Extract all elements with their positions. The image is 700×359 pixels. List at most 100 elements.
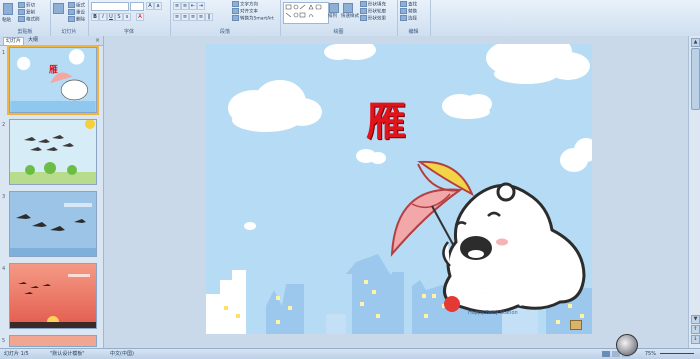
quick-styles-label: 快速样式 xyxy=(341,14,359,19)
group-drawing: 排列 快速样式 形状填充 形状轮廓 形状效果 绘图 xyxy=(280,0,398,36)
select-icon xyxy=(400,15,407,21)
slide-number: 4 xyxy=(2,266,6,272)
new-slide-button[interactable] xyxy=(53,3,65,14)
slide-editing-area: 雁 快乐宝贝站 Happy Baby Station xyxy=(104,36,688,348)
slide-thumb-2-image xyxy=(10,120,96,184)
font-name-select[interactable] xyxy=(91,2,129,11)
arrange-label: 排列 xyxy=(328,14,337,19)
smartart-button[interactable]: 转换为SmartArt xyxy=(232,15,274,23)
slide-thumb-4-image xyxy=(10,264,96,328)
shapes-gallery-icon xyxy=(285,4,322,18)
scroll-thumb[interactable] xyxy=(691,48,700,110)
group-label: 段落 xyxy=(219,29,230,35)
select-button[interactable]: 选择 xyxy=(400,15,417,23)
paste-label: 粘贴 xyxy=(2,18,11,23)
tab-slides[interactable]: 幻灯片 xyxy=(3,37,25,45)
delete-button[interactable]: 删除 xyxy=(68,16,85,24)
group-clipboard: 剪切 复制 格式刷 粘贴 剪贴板 xyxy=(0,0,51,36)
format-painter-button[interactable]: 格式刷 xyxy=(18,16,40,24)
sound-icon[interactable] xyxy=(570,320,582,330)
shadow-icon[interactable]: s xyxy=(123,13,131,21)
apple-logo-icon xyxy=(444,296,460,312)
quick-styles-button[interactable] xyxy=(343,3,354,13)
normal-view-icon[interactable] xyxy=(602,351,610,357)
brush-icon xyxy=(18,16,25,22)
text-direction-icon xyxy=(232,1,239,7)
status-bar: 幻灯片 1/5 "默认设计模板" 中文(中国) 75% xyxy=(0,348,700,359)
scroll-down-icon[interactable]: ▼ xyxy=(691,315,700,324)
group-label: 剪贴板 xyxy=(17,29,33,35)
paste-button[interactable] xyxy=(3,3,14,15)
assistant-avatar-icon[interactable] xyxy=(616,334,638,356)
group-editing: 查找 替换 选择 编辑 xyxy=(397,0,431,36)
slide-number: 1 xyxy=(2,50,6,56)
group-label: 字体 xyxy=(123,29,134,35)
slide-thumb-5[interactable] xyxy=(9,335,97,347)
slide-background xyxy=(206,44,592,334)
slides-panel: 幻灯片 大纲 × 1 雁 2 3 4 5 xyxy=(0,36,104,348)
justify-icon[interactable]: ≡ xyxy=(197,13,205,21)
bold-icon[interactable]: B xyxy=(91,13,99,21)
shapes-gallery[interactable] xyxy=(283,2,329,24)
slide-thumb-3[interactable] xyxy=(9,191,97,257)
numbering-icon[interactable]: ≡ xyxy=(181,2,189,10)
layout-icon xyxy=(68,2,75,8)
font-color-icon[interactable]: A xyxy=(136,13,144,21)
align-center-icon[interactable]: ≡ xyxy=(181,13,189,21)
strikethrough-icon[interactable]: S xyxy=(115,13,123,21)
slide-thumb-3-image xyxy=(10,192,96,256)
group-label: 绘图 xyxy=(333,29,344,35)
increase-indent-icon[interactable]: ⇥ xyxy=(197,2,205,10)
outline-icon xyxy=(360,8,367,14)
group-slides: 版式 重设 删除 幻灯片 xyxy=(50,0,89,36)
shrink-font-icon[interactable]: a xyxy=(154,2,162,10)
logo-text: 快乐宝贝站 xyxy=(462,293,528,308)
next-slide-icon[interactable]: ⇓ xyxy=(691,335,700,344)
scissors-icon xyxy=(18,2,25,8)
zoom-slider[interactable] xyxy=(660,353,694,354)
group-label: 编辑 xyxy=(408,29,419,35)
underline-icon[interactable]: U xyxy=(107,13,115,21)
slide-number: 5 xyxy=(2,338,6,344)
scroll-up-icon[interactable]: ▲ xyxy=(691,38,700,47)
slide-thumb-1[interactable]: 雁 xyxy=(7,45,99,115)
previous-slide-icon[interactable]: ⇑ xyxy=(691,325,700,334)
slide-number: 2 xyxy=(2,122,6,128)
ribbon: 剪切 复制 格式刷 粘贴 剪贴板 版式 重设 删除 幻灯片 A a B I U … xyxy=(0,0,700,37)
bullets-icon[interactable]: ≡ xyxy=(173,2,181,10)
paste-icon xyxy=(3,3,13,15)
decrease-indent-icon[interactable]: ⇤ xyxy=(189,2,197,10)
quick-styles-icon xyxy=(343,3,353,13)
arrange-icon xyxy=(329,3,339,13)
group-paragraph: ≡ ≡ ⇤ ⇥ ≡ ≡ ≡ ≡ ‖ 文字方向 对齐文本 转换为SmartArt … xyxy=(170,0,281,36)
tab-outline[interactable]: 大纲 xyxy=(26,37,40,44)
vertical-scrollbar[interactable]: ▲ ▼ ⇑ ⇓ xyxy=(688,36,700,348)
replace-icon xyxy=(400,8,407,14)
font-size-select[interactable] xyxy=(130,2,144,11)
columns-icon[interactable]: ‖ xyxy=(205,13,213,21)
delete-icon xyxy=(68,16,75,22)
slide-thumb-4[interactable] xyxy=(9,263,97,329)
italic-icon[interactable]: I xyxy=(99,13,107,21)
slide-number: 3 xyxy=(2,194,6,200)
align-text-icon xyxy=(232,8,239,14)
new-slide-icon xyxy=(53,3,64,14)
slide-thumb-1-image: 雁 xyxy=(10,48,96,112)
fill-icon xyxy=(360,1,367,7)
shape-effects-button[interactable]: 形状效果 xyxy=(360,15,386,23)
group-label: 幻灯片 xyxy=(61,29,77,35)
reset-icon xyxy=(68,9,75,15)
slide-title[interactable]: 雁 xyxy=(366,100,406,144)
grow-font-icon[interactable]: A xyxy=(146,2,154,10)
slide-thumb-2[interactable] xyxy=(9,119,97,185)
panel-tabs: 幻灯片 大纲 × xyxy=(0,36,103,46)
slide-canvas[interactable]: 雁 快乐宝贝站 Happy Baby Station xyxy=(206,44,592,334)
close-icon[interactable]: × xyxy=(95,37,100,44)
arrange-button[interactable] xyxy=(329,3,340,13)
svg-text:雁: 雁 xyxy=(49,64,58,75)
effects-icon xyxy=(360,15,367,21)
align-right-icon[interactable]: ≡ xyxy=(189,13,197,21)
copy-icon xyxy=(18,9,25,15)
align-left-icon[interactable]: ≡ xyxy=(173,13,181,21)
find-icon xyxy=(400,1,407,7)
